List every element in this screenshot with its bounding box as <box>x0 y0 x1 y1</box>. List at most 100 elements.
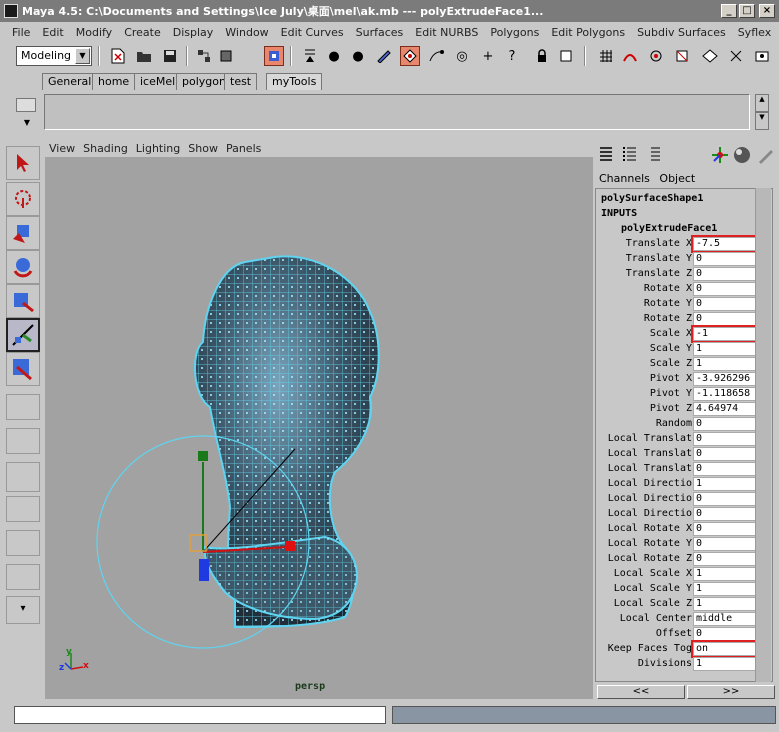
channel-value-field[interactable]: 0 <box>693 462 759 476</box>
menu-modify[interactable]: Modify <box>70 26 118 39</box>
channel-value-field[interactable]: 0 <box>693 537 759 551</box>
channel-label[interactable]: Scale Z <box>596 358 692 369</box>
hypershade-layout-icon[interactable] <box>6 530 40 556</box>
channel-value-field[interactable]: 0 <box>693 312 759 326</box>
snap-view-plane-icon[interactable] <box>672 46 692 66</box>
channel-row[interactable]: Local Directio 0 <box>596 492 764 507</box>
outliner-layout-icon[interactable] <box>6 462 40 492</box>
channel-row[interactable]: Rotate X0 <box>596 282 764 297</box>
render-layout-icon[interactable] <box>6 564 40 590</box>
channel-label[interactable]: Local Translat <box>596 433 692 444</box>
channel-label[interactable]: Local Directio <box>596 493 692 504</box>
lock-selection-icon[interactable] <box>532 46 552 66</box>
channels-tab[interactable]: Channels <box>599 172 650 185</box>
channel-label[interactable]: Local Scale Z <box>596 598 692 609</box>
channel-row[interactable]: Scale Y1 <box>596 342 764 357</box>
shelf-menu-icon[interactable]: ▼ <box>18 118 36 128</box>
vertex-mask-icon[interactable] <box>300 46 320 66</box>
close-button[interactable]: × <box>759 4 775 18</box>
menu-window[interactable]: Window <box>219 26 274 39</box>
channel-value-field[interactable]: 1 <box>693 597 759 611</box>
channel-row[interactable]: Local Center middle <box>596 612 764 627</box>
open-scene-icon[interactable] <box>134 46 154 66</box>
command-line-input[interactable] <box>14 706 386 724</box>
perspective-viewport[interactable]: y z x persp <box>45 157 593 699</box>
make-live-icon[interactable] <box>700 46 720 66</box>
channel-value-field[interactable]: 0 <box>693 432 759 446</box>
channel-label[interactable]: Local Directio <box>596 478 692 489</box>
channel-value-field[interactable]: 0 <box>693 492 759 506</box>
layer-list-icon[interactable] <box>647 146 661 162</box>
channel-row[interactable]: Random 0 <box>596 417 764 432</box>
viewport-menu-view[interactable]: View <box>45 142 79 155</box>
snap-grid-icon[interactable] <box>596 46 616 66</box>
menu-edit-curves[interactable]: Edit Curves <box>275 26 350 39</box>
channel-value-field[interactable]: 1 <box>693 567 759 581</box>
handle-mask-icon[interactable]: ? <box>502 46 522 66</box>
select-tool-icon[interactable] <box>6 146 40 180</box>
channel-row[interactable]: Pivot Z 4.64974 <box>596 402 764 417</box>
point-mask-icon[interactable]: ● <box>324 46 344 66</box>
channel-label[interactable]: Local Translat <box>596 448 692 459</box>
single-pane-layout-icon[interactable] <box>6 394 40 420</box>
menu-subdiv-surfaces[interactable]: Subdiv Surfaces <box>631 26 732 39</box>
menu-edit[interactable]: Edit <box>36 26 69 39</box>
channel-label[interactable]: Pivot Y <box>596 388 692 399</box>
channel-row[interactable]: Rotate Z0 <box>596 312 764 327</box>
menu-edit-nurbs[interactable]: Edit NURBS <box>409 26 484 39</box>
render-icon[interactable] <box>752 46 772 66</box>
channel-row[interactable]: Local Directio 1 <box>596 477 764 492</box>
shelf-tab-test[interactable]: test <box>224 73 258 90</box>
channel-value-field[interactable]: 1 <box>693 342 759 356</box>
channel-value-field[interactable]: middle <box>693 612 759 626</box>
misc-mask-icon[interactable]: + <box>478 46 498 66</box>
channel-row[interactable]: Translate Z0 <box>596 267 764 282</box>
channel-label[interactable]: Translate Y <box>596 253 692 264</box>
channel-label[interactable]: Local Rotate Y <box>596 538 692 549</box>
channel-label[interactable]: Local Scale Y <box>596 583 692 594</box>
channel-value-field[interactable]: 1 <box>693 657 759 671</box>
chevron-down-icon[interactable]: ▼ <box>75 48 90 64</box>
graph-layout-icon[interactable] <box>6 496 40 522</box>
channel-label[interactable]: Local Translat <box>596 463 692 474</box>
channel-row[interactable]: Local Rotate Z0 <box>596 552 764 567</box>
face-mask-icon[interactable] <box>400 46 420 66</box>
select-hierarchy-icon[interactable] <box>194 46 214 66</box>
snap-curve-icon[interactable] <box>620 46 640 66</box>
shading-ball-icon[interactable] <box>733 146 751 164</box>
channel-label[interactable]: Keep Faces Tog <box>596 643 692 654</box>
channel-label[interactable]: Local Rotate Z <box>596 553 692 564</box>
rotate-tool-icon[interactable] <box>6 250 40 284</box>
channel-label[interactable]: Random <box>596 418 692 429</box>
channel-value-field[interactable]: 0 <box>693 282 759 296</box>
channel-value-field[interactable]: -7.5 <box>691 235 761 253</box>
manipulator-tool-icon[interactable] <box>6 318 40 352</box>
channel-next-button[interactable]: >> <box>687 685 775 699</box>
channel-label[interactable]: Local Directio <box>596 508 692 519</box>
maximize-button[interactable]: □ <box>739 4 755 18</box>
channel-row[interactable]: Translate X -7.5 <box>596 235 764 253</box>
channel-value-field[interactable]: 0 <box>693 447 759 461</box>
viewport-menu-lighting[interactable]: Lighting <box>132 142 184 155</box>
show-manipulator-icon[interactable] <box>6 352 40 386</box>
shelf-tab-general[interactable]: General <box>42 73 98 90</box>
move-tool-icon[interactable] <box>6 216 40 250</box>
channel-row[interactable]: Offset 0 <box>596 627 764 642</box>
channel-row[interactable]: Local Scale Y1 <box>596 582 764 597</box>
new-scene-icon[interactable] <box>108 46 128 66</box>
channel-label[interactable]: Scale Y <box>596 343 692 354</box>
channel-value-field[interactable]: -3.926296 <box>693 372 759 386</box>
shelf-scroll-up[interactable]: ▲ <box>755 94 769 112</box>
channel-value-field[interactable]: 0 <box>693 297 759 311</box>
edge-mask-icon[interactable]: ● <box>348 46 368 66</box>
channel-label[interactable]: Local Center <box>596 613 692 624</box>
channel-label[interactable]: Local Rotate X <box>596 523 692 534</box>
layout-menu-icon[interactable]: ▾ <box>6 596 40 624</box>
curve-mask-icon[interactable] <box>374 46 394 66</box>
channel-row[interactable]: Local Directio 0 <box>596 507 764 522</box>
channel-label[interactable]: Rotate Z <box>596 313 692 324</box>
four-pane-layout-icon[interactable] <box>6 428 40 454</box>
channel-label[interactable]: Translate X <box>596 238 692 249</box>
channel-row[interactable]: Scale X -1 <box>596 325 764 343</box>
channel-label[interactable]: Translate Z <box>596 268 692 279</box>
